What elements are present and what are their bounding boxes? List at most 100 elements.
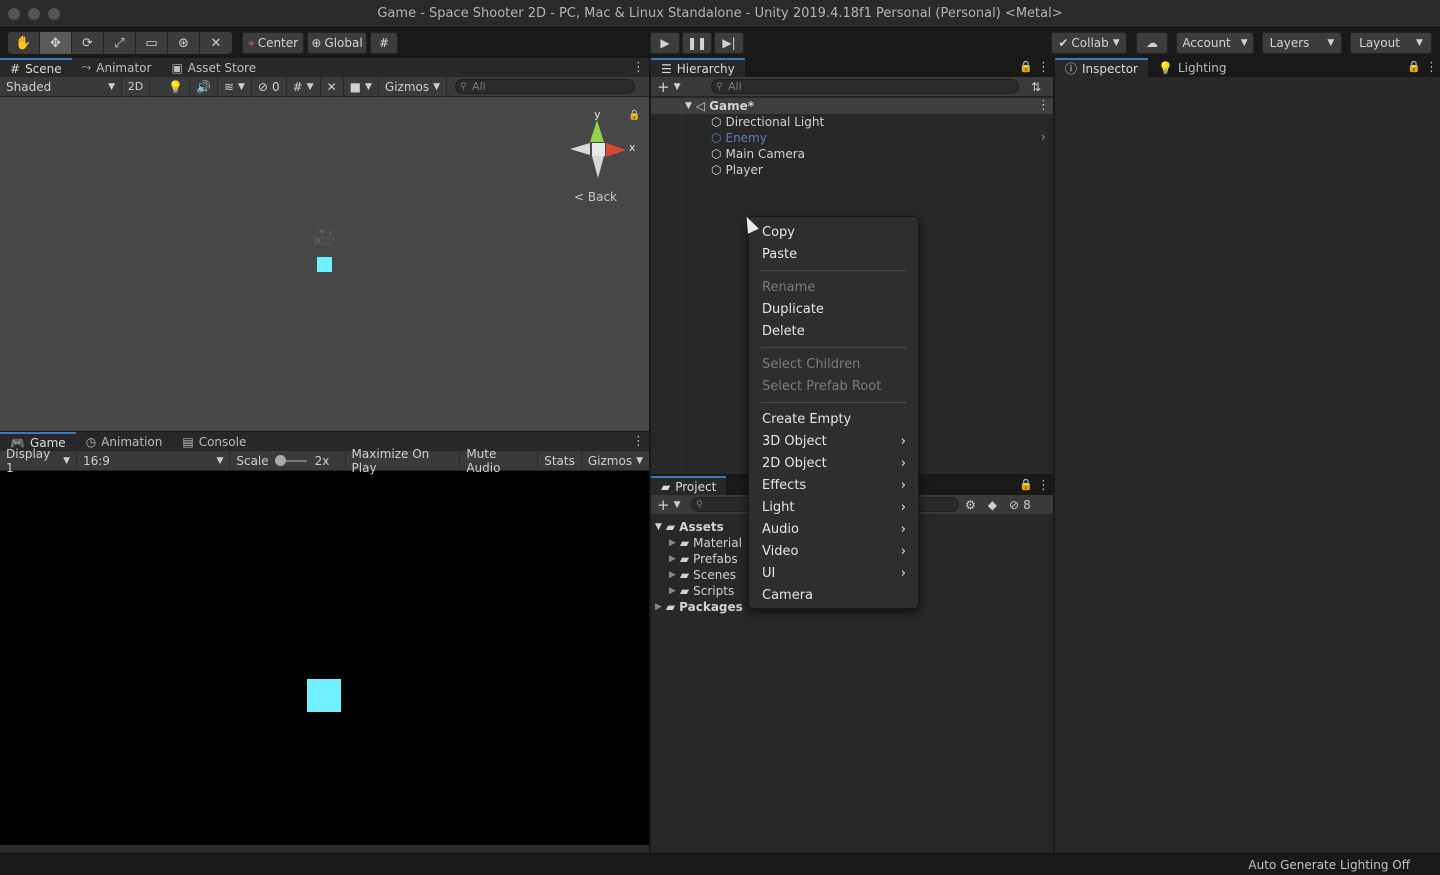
- scene-orientation-gizmo[interactable]: y x < Back: [566, 108, 636, 204]
- grid-snap-button[interactable]: #: [370, 32, 398, 54]
- gizmos-dropdown[interactable]: Gizmos ▼: [379, 76, 448, 97]
- gizmo-neg-y-axis[interactable]: [592, 156, 604, 178]
- inspector-lock-icon[interactable]: 🔒: [1407, 60, 1421, 73]
- account-dropdown[interactable]: Account ▼: [1176, 32, 1254, 54]
- tab-scene[interactable]: # Scene: [0, 58, 72, 77]
- rotate-tool-icon[interactable]: ⟳: [72, 32, 104, 54]
- scene-search-input[interactable]: ⚲ All: [455, 79, 636, 94]
- layers-dropdown[interactable]: Layers ▼: [1262, 32, 1342, 54]
- filter-type-button[interactable]: ⚙: [959, 495, 982, 515]
- hierarchy-item-main-camera[interactable]: ⬡ Main Camera: [711, 146, 805, 162]
- folder-prefabs[interactable]: ▶ ▰ Prefabs: [669, 551, 738, 567]
- layout-dropdown[interactable]: Layout ▼: [1350, 32, 1432, 54]
- shading-mode-dropdown[interactable]: Shaded ▼: [0, 76, 122, 97]
- hand-tool-icon[interactable]: ✋: [8, 32, 40, 54]
- gizmo-y-axis[interactable]: [590, 120, 604, 142]
- scene-root-item[interactable]: ▼ ◁ Game*: [685, 98, 754, 114]
- mute-audio-toggle[interactable]: Mute Audio: [460, 447, 539, 475]
- scene-menu-icon[interactable]: ⋮: [632, 60, 645, 75]
- scene-row-menu-icon[interactable]: ⋮: [1037, 98, 1050, 113]
- camera-gizmo-icon[interactable]: 🎥: [313, 226, 335, 247]
- game-menu-icon[interactable]: ⋮: [632, 434, 645, 449]
- tab-animation[interactable]: ◷ Animation: [76, 432, 173, 451]
- pivot-center-button[interactable]: ⌖ Center: [242, 32, 304, 54]
- transform-tool-icon[interactable]: ⊛: [168, 32, 200, 54]
- camera-dropdown[interactable]: ■ ▼: [344, 76, 379, 97]
- menu-item-create-empty[interactable]: Create Empty: [762, 409, 906, 429]
- hidden-packages-toggle[interactable]: ⊘ 8: [1003, 495, 1037, 515]
- scale-thumb[interactable]: [274, 454, 286, 466]
- tab-hierarchy[interactable]: ☰ Hierarchy: [651, 58, 745, 77]
- hierarchy-item-player[interactable]: ⬡ Player: [711, 162, 763, 178]
- menu-item-copy[interactable]: Copy: [762, 222, 906, 242]
- gizmo-back-label[interactable]: < Back: [574, 190, 617, 204]
- folder-scripts[interactable]: ▶ ▰ Scripts: [669, 583, 734, 599]
- folder-icon: ▰: [679, 584, 690, 598]
- hidden-objects-toggle[interactable]: ⊘ 0: [252, 76, 287, 97]
- play-button[interactable]: ▶: [650, 32, 680, 54]
- gizmo-center-cube[interactable]: [592, 143, 605, 156]
- grid-toggle[interactable]: # ▼: [287, 76, 321, 97]
- menu-item-ui[interactable]: UI ›: [762, 563, 906, 583]
- rect-tool-icon[interactable]: ▭: [136, 32, 168, 54]
- packages-folder[interactable]: ▶ ▰ Packages: [655, 599, 743, 615]
- menu-item-duplicate[interactable]: Duplicate: [762, 299, 906, 319]
- scale-track[interactable]: [274, 454, 307, 466]
- gizmo-lock-icon[interactable]: 🔒: [628, 110, 640, 121]
- menu-item-3d-object[interactable]: 3D Object ›: [762, 431, 906, 451]
- tab-console[interactable]: ▤ Console: [172, 432, 256, 451]
- hierarchy-menu-icon[interactable]: ⋮: [1037, 60, 1050, 75]
- tab-animator[interactable]: ⤳ Animator: [72, 58, 162, 77]
- aspect-dropdown[interactable]: 16:9 ▼: [77, 450, 231, 471]
- lighting-toggle[interactable]: 💡: [162, 76, 190, 97]
- maximize-on-play-toggle[interactable]: Maximize On Play: [346, 447, 461, 475]
- pause-button[interactable]: ❚❚: [682, 32, 712, 54]
- game-scrollbar[interactable]: [0, 845, 649, 853]
- folder-material[interactable]: ▶ ▰ Material: [669, 535, 742, 551]
- cloud-button[interactable]: ☁: [1136, 32, 1168, 54]
- scale-tool-icon[interactable]: ⤢: [104, 32, 136, 54]
- menu-item-paste[interactable]: Paste: [762, 244, 906, 264]
- sort-button[interactable]: ⇅: [1025, 77, 1047, 97]
- gizmo-x-axis[interactable]: [606, 143, 626, 157]
- project-lock-icon[interactable]: 🔒: [1019, 478, 1033, 491]
- custom-tool-icon[interactable]: ✕: [200, 32, 232, 54]
- step-button[interactable]: ▶|: [714, 32, 744, 54]
- toggle-2d-button[interactable]: 2D: [122, 76, 150, 97]
- hierarchy-create-dropdown[interactable]: + ▼: [651, 77, 711, 97]
- stats-toggle[interactable]: Stats: [538, 450, 582, 471]
- tools-toggle[interactable]: ✕: [321, 76, 344, 97]
- gizmo-neg-x-axis[interactable]: [570, 143, 590, 155]
- inspector-menu-icon[interactable]: ⋮: [1425, 60, 1438, 75]
- menu-item-video[interactable]: Video ›: [762, 541, 906, 561]
- scale-slider[interactable]: Scale 2x: [230, 450, 346, 471]
- pivot-global-button[interactable]: ⊕ Global: [307, 32, 367, 54]
- effects-dropdown[interactable]: ≋ ▼: [218, 76, 252, 97]
- tab-asset-store[interactable]: ▣ Asset Store: [161, 58, 266, 77]
- move-tool-icon[interactable]: ✥: [40, 32, 72, 54]
- menu-item-camera[interactable]: Camera: [762, 585, 906, 605]
- menu-item-2d-object[interactable]: 2D Object ›: [762, 453, 906, 473]
- tab-project[interactable]: ▰ Project: [651, 476, 727, 495]
- folder-scenes[interactable]: ▶ ▰ Scenes: [669, 567, 736, 583]
- hierarchy-item-enemy[interactable]: ⬡ Enemy: [711, 130, 767, 146]
- hierarchy-item-directional-light[interactable]: ⬡ Directional Light: [711, 114, 824, 130]
- tab-inspector[interactable]: ⓘ Inspector: [1055, 58, 1148, 77]
- display-dropdown[interactable]: Display 1 ▼: [0, 447, 77, 475]
- tab-lighting[interactable]: 💡 Lighting: [1148, 58, 1236, 77]
- hierarchy-lock-icon[interactable]: 🔒: [1019, 60, 1033, 73]
- menu-item-delete[interactable]: Delete: [762, 321, 906, 341]
- menu-item-audio[interactable]: Audio ›: [762, 519, 906, 539]
- filter-label-button[interactable]: ◆: [982, 495, 1003, 515]
- game-gizmos-dropdown[interactable]: Gizmos ▼: [582, 451, 649, 471]
- assets-folder[interactable]: ▼ ▰ Assets: [655, 519, 724, 535]
- chevron-right-icon[interactable]: ›: [1041, 130, 1046, 144]
- project-menu-icon[interactable]: ⋮: [1037, 478, 1050, 493]
- collab-dropdown[interactable]: ✔ Collab ▼: [1051, 32, 1127, 54]
- menu-item-light[interactable]: Light ›: [762, 497, 906, 517]
- menu-item-effects[interactable]: Effects ›: [762, 475, 906, 495]
- project-create-dropdown[interactable]: + ▼: [651, 495, 691, 515]
- hierarchy-search-input[interactable]: ⚲ All: [711, 79, 1019, 94]
- audio-toggle[interactable]: 🔊: [190, 76, 218, 97]
- player-sprite[interactable]: [317, 257, 332, 272]
